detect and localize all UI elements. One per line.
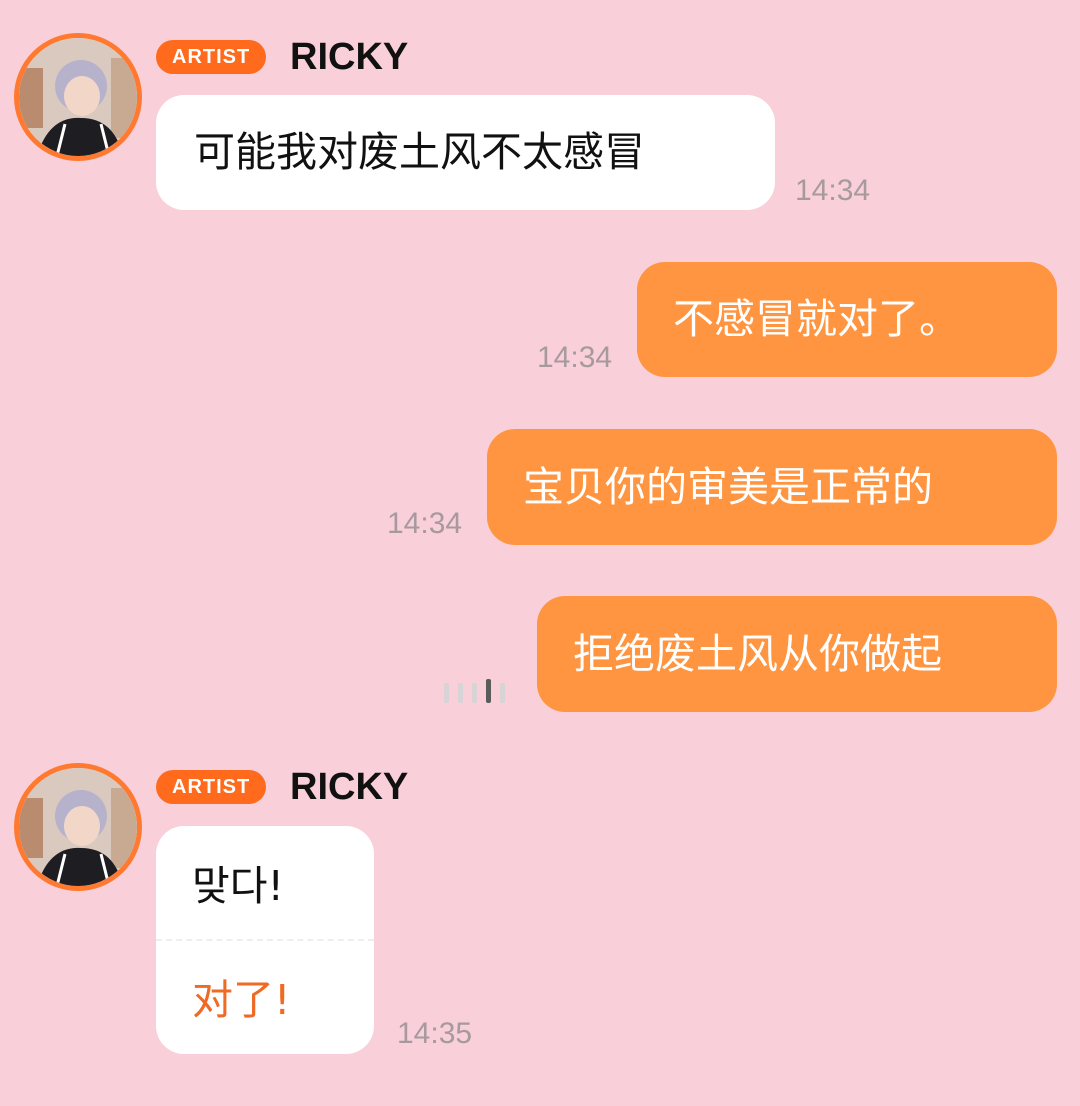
incoming-message-bubble[interactable]: 可能我对废土风不太感冒 bbox=[156, 95, 775, 210]
avatar-image bbox=[19, 38, 137, 156]
outgoing-message-bubble[interactable]: 不感冒就对了。 bbox=[637, 262, 1057, 377]
sender-name: RICKY bbox=[290, 766, 409, 808]
original-text: 맞다! bbox=[192, 862, 284, 910]
sending-icon bbox=[444, 679, 505, 703]
artist-badge: ARTIST bbox=[156, 770, 267, 804]
artist-badge: ARTIST bbox=[156, 40, 267, 74]
translation-divider bbox=[156, 939, 374, 941]
outgoing-message-bubble[interactable]: 宝贝你的审美是正常的 bbox=[487, 429, 1057, 545]
translated-text: 对了! bbox=[192, 976, 291, 1024]
avatar[interactable] bbox=[14, 33, 142, 161]
message-time: 14:34 bbox=[537, 341, 613, 374]
outgoing-message-bubble[interactable]: 拒绝废土风从你做起 bbox=[537, 596, 1057, 712]
avatar[interactable] bbox=[14, 763, 142, 891]
message-time: 14:34 bbox=[387, 507, 463, 540]
avatar-image bbox=[19, 768, 137, 886]
message-time: 14:35 bbox=[397, 1017, 473, 1050]
sender-name: RICKY bbox=[290, 36, 409, 78]
message-time: 14:34 bbox=[795, 174, 871, 207]
incoming-message-bubble[interactable]: 맞다! 对了! bbox=[156, 826, 374, 1054]
